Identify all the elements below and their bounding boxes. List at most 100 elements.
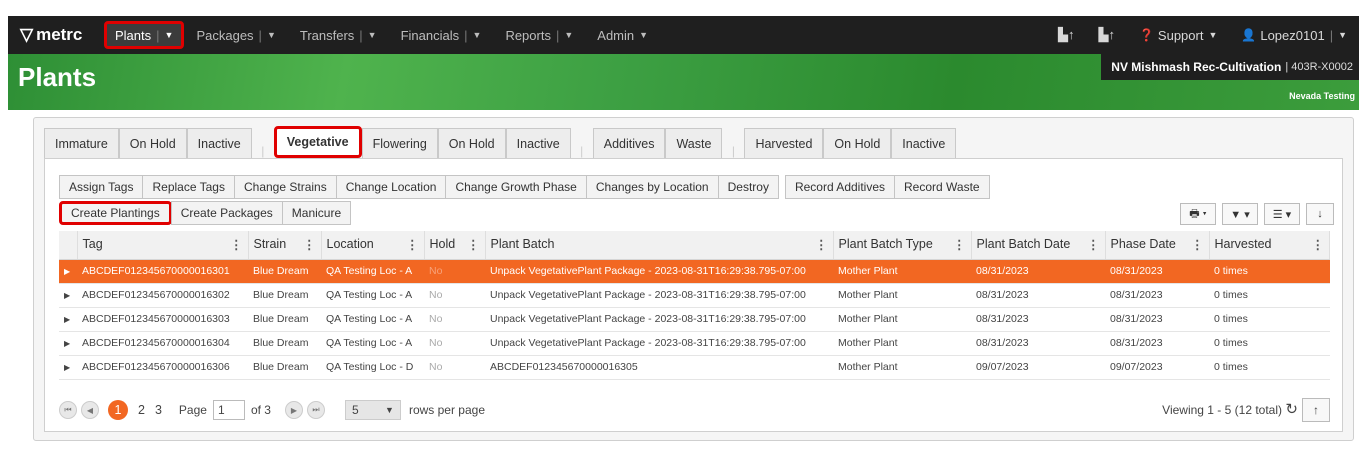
- table-row[interactable]: ▶ ABCDEF012345670000016301 Blue Dream QA…: [59, 259, 1330, 284]
- page-input[interactable]: 1: [212, 400, 245, 420]
- table-row[interactable]: ▶ ABCDEF012345670000016303 Blue Dream QA…: [59, 307, 1330, 332]
- tab-waste[interactable]: Waste: [665, 128, 723, 158]
- cell-location: QA Testing Loc - A: [321, 331, 424, 356]
- nav-reports[interactable]: Reports | ▼: [493, 16, 585, 54]
- table-row[interactable]: ▶ ABCDEF012345670000016304 Blue Dream QA…: [59, 331, 1330, 356]
- record-additives-button[interactable]: Record Additives: [784, 175, 895, 199]
- record-waste-button[interactable]: Record Waste: [894, 175, 990, 199]
- nav-separator: |: [258, 27, 262, 43]
- nav-admin[interactable]: Admin ▼: [585, 16, 660, 54]
- column-tag[interactable]: Tag ⋮: [77, 231, 249, 260]
- next-page-icon[interactable]: ▶: [284, 401, 303, 419]
- column-hold[interactable]: Hold ⋮: [424, 231, 486, 260]
- column-menu-icon[interactable]: ⋮: [815, 237, 828, 252]
- refresh-icon[interactable]: ↻: [1285, 400, 1298, 418]
- nav-financials[interactable]: Financials | ▼: [389, 16, 494, 54]
- tab-immature[interactable]: Immature: [44, 128, 119, 158]
- cell-strain: Blue Dream: [248, 307, 321, 332]
- cell-hold: No: [424, 355, 485, 380]
- grid-header-row: Tag ⋮ Strain ⋮ Location ⋮ Hold ⋮ Plant Batch…: [59, 231, 1330, 260]
- column-menu-icon[interactable]: ⋮: [953, 237, 966, 252]
- column-plant-batch-date[interactable]: Plant Batch Date ⋮: [971, 231, 1106, 260]
- first-page-icon[interactable]: ⏮: [59, 401, 77, 419]
- column-strain-label: Strain: [253, 237, 287, 252]
- page-number[interactable]: 2: [138, 403, 145, 417]
- tab-vegetative[interactable]: Vegetative: [273, 126, 362, 158]
- nav-user[interactable]: 👤 Lopez0101 | ▼: [1229, 16, 1359, 54]
- chevron-down-icon: ▼: [164, 30, 174, 40]
- columns-menu-icon[interactable]: ☰ ▾: [1264, 203, 1300, 225]
- manicure-button[interactable]: Manicure: [281, 201, 352, 225]
- filter-icon[interactable]: ▼ ▾: [1222, 203, 1258, 225]
- nav-plants-label: Plants: [115, 27, 152, 43]
- assign-tags-button[interactable]: Assign Tags: [59, 175, 144, 199]
- column-menu-icon[interactable]: ⋮: [1087, 237, 1100, 252]
- column-menu-icon[interactable]: ⋮: [230, 237, 243, 252]
- replace-tags-button[interactable]: Replace Tags: [142, 175, 235, 199]
- tab-divider: |: [261, 144, 265, 158]
- page-of-label: of 3: [250, 403, 271, 417]
- cell-strain: Blue Dream: [248, 259, 321, 284]
- change-growth-phase-button[interactable]: Change Growth Phase: [445, 175, 587, 199]
- table-row[interactable]: ▶ ABCDEF012345670000016306 Blue Dream QA…: [59, 355, 1330, 380]
- column-location[interactable]: Location ⋮: [321, 231, 425, 260]
- download-icon[interactable]: ↓: [1306, 203, 1334, 225]
- column-harvested[interactable]: Harvested ⋮: [1209, 231, 1330, 260]
- expand-row-icon[interactable]: ▶: [59, 355, 77, 380]
- expand-row-icon[interactable]: ▶: [59, 259, 77, 284]
- column-phase-date[interactable]: Phase Date ⋮: [1105, 231, 1210, 260]
- column-menu-icon[interactable]: ⋮: [1312, 237, 1325, 252]
- change-strains-button[interactable]: Change Strains: [233, 175, 337, 199]
- prev-page-icon[interactable]: ◀: [81, 401, 99, 419]
- tab-immature-on-hold[interactable]: On Hold: [118, 128, 187, 158]
- page-number-current[interactable]: 1: [108, 400, 128, 420]
- tab-flowering[interactable]: Flowering: [361, 128, 438, 158]
- page-number[interactable]: 3: [155, 403, 162, 417]
- create-packages-button[interactable]: Create Packages: [170, 201, 283, 225]
- facility-name: NV Mishmash Rec-Cultivation: [1111, 60, 1282, 74]
- destroy-button[interactable]: Destroy: [717, 175, 779, 199]
- nav-plants[interactable]: Plants | ▼: [104, 21, 185, 49]
- last-page-icon[interactable]: ⏭: [306, 401, 325, 419]
- tab-immature-inactive[interactable]: Inactive: [186, 128, 252, 158]
- column-strain[interactable]: Strain ⋮: [248, 231, 322, 260]
- page-header: Plants NV Mishmash Rec-Cultivation | 403…: [8, 54, 1359, 110]
- create-plantings-button[interactable]: Create Plantings: [59, 201, 172, 225]
- nav-transfers[interactable]: Transfers | ▼: [288, 16, 389, 54]
- tab-harvested-on-hold[interactable]: On Hold: [823, 128, 892, 158]
- column-plant-batch[interactable]: Plant Batch ⋮: [485, 231, 834, 260]
- expand-row-icon[interactable]: ▶: [59, 307, 77, 332]
- tab-harvested[interactable]: Harvested: [744, 128, 824, 158]
- tab-additives[interactable]: Additives: [592, 128, 666, 158]
- column-plant-batch-type-label: Plant Batch Type: [838, 237, 933, 252]
- table-row[interactable]: ▶ ABCDEF012345670000016302 Blue Dream QA…: [59, 283, 1330, 308]
- upload-icon[interactable]: ↑: [1302, 398, 1330, 422]
- expand-row-icon[interactable]: ▶: [59, 283, 77, 308]
- action-toolbar-row2: Create Plantings Create Packages Manicur…: [59, 201, 352, 225]
- tab-flowering-inactive[interactable]: Inactive: [505, 128, 571, 158]
- column-menu-icon[interactable]: ⋮: [1191, 237, 1204, 252]
- metrc-logo[interactable]: ▽ metrc: [8, 25, 104, 45]
- import-icon[interactable]: ▙↑: [1046, 16, 1087, 54]
- nav-support[interactable]: ❓ Support ▼: [1127, 16, 1229, 54]
- expand-column-header: [59, 231, 78, 260]
- cell-plant-batch-type: Mother Plant: [833, 259, 971, 284]
- print-icon[interactable]: 🖶 ▾: [1180, 203, 1216, 225]
- cell-tag: ABCDEF012345670000016301: [77, 259, 248, 284]
- rows-per-page-select[interactable]: 5 ▼: [344, 400, 401, 420]
- nav-packages[interactable]: Packages | ▼: [184, 16, 287, 54]
- export-icon[interactable]: ▙↑: [1086, 16, 1127, 54]
- expand-row-icon[interactable]: ▶: [59, 331, 77, 356]
- changes-by-location-button[interactable]: Changes by Location: [585, 175, 719, 199]
- column-menu-icon[interactable]: ⋮: [303, 237, 316, 252]
- column-menu-icon[interactable]: ⋮: [467, 237, 480, 252]
- tab-harvested-inactive[interactable]: Inactive: [891, 128, 957, 158]
- column-plant-batch-type[interactable]: Plant Batch Type ⋮: [833, 231, 972, 260]
- facility-selector[interactable]: NV Mishmash Rec-Cultivation | 403R-X0002: [1101, 54, 1359, 80]
- nav-separator: |: [359, 27, 363, 43]
- support-label: Support: [1157, 27, 1204, 43]
- tab-flowering-on-hold[interactable]: On Hold: [437, 128, 506, 158]
- cell-hold: No: [424, 331, 485, 356]
- change-location-button[interactable]: Change Location: [335, 175, 447, 199]
- column-menu-icon[interactable]: ⋮: [406, 237, 419, 252]
